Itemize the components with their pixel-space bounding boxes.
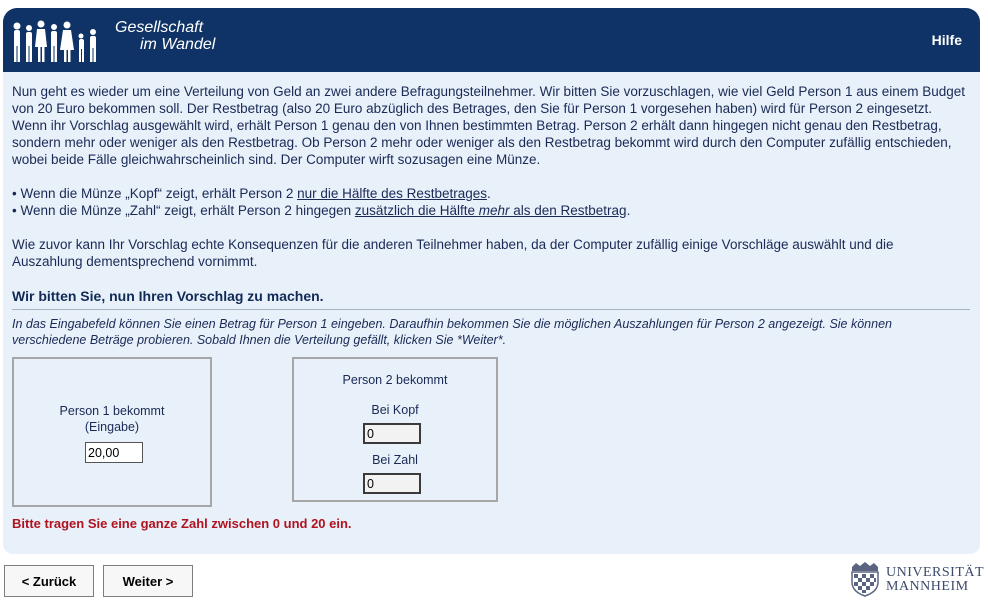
page-header: Gesellschaft im Wandel Hilfe bbox=[3, 8, 980, 72]
person1-label-line1: Person 1 bekommt bbox=[59, 404, 165, 418]
rule-zahl: • Wenn die Münze „Zahl“ zeigt, erhält Pe… bbox=[12, 202, 967, 219]
person1-amount-input[interactable] bbox=[85, 442, 143, 463]
person1-panel: Person 1 bekommt (Eingabe) bbox=[12, 357, 212, 507]
university-name-line2: MANNHEIM bbox=[886, 579, 969, 594]
validation-error: Bitte tragen Sie eine ganze Zahl zwische… bbox=[12, 516, 352, 531]
person1-label: Person 1 bekommt (Eingabe) bbox=[14, 403, 210, 435]
rule-kopf: • Wenn die Münze „Kopf“ zeigt, erhält Pe… bbox=[12, 185, 967, 202]
kopf-amount-output bbox=[363, 423, 421, 444]
coin-rules: • Wenn die Münze „Kopf“ zeigt, erhält Pe… bbox=[12, 185, 967, 219]
university-crest-icon bbox=[851, 562, 879, 597]
kopf-label: Bei Kopf bbox=[371, 403, 419, 417]
rule-zahl-text: • Wenn die Münze „Zahl“ zeigt, erhält Pe… bbox=[12, 203, 355, 218]
intro-paragraph: Nun geht es wieder um eine Verteilung vo… bbox=[12, 84, 966, 167]
rule-zahl-end: . bbox=[626, 203, 631, 218]
university-name: UNIVERSITÄT MANNHEIM bbox=[886, 566, 984, 594]
university-logo: UNIVERSITÄT MANNHEIM bbox=[848, 560, 984, 598]
rule-zahl-emphasis: zusätzlich die Hälfte bbox=[354, 203, 479, 218]
help-link[interactable]: Hilfe bbox=[932, 32, 962, 48]
rule-zahl-mehr: mehr bbox=[478, 203, 510, 218]
rule-kopf-emphasis: nur die Hälfte des Restbetrages bbox=[297, 186, 487, 201]
person2-panel: Person 2 bekommt Bei Kopf Bei Zahl bbox=[292, 357, 498, 502]
person1-label-line2: (Eingabe) bbox=[84, 420, 140, 434]
back-button[interactable]: < Zurück bbox=[4, 565, 94, 597]
rule-zahl-emphasis-end: als den Restbetrag bbox=[509, 203, 627, 218]
university-name-line1: UNIVERSITÄT bbox=[886, 565, 985, 580]
zahl-label: Bei Zahl bbox=[372, 453, 418, 467]
consequence-paragraph: Wie zuvor kann Ihr Vorschlag echte Konse… bbox=[12, 237, 894, 269]
next-button[interactable]: Weiter > bbox=[103, 565, 193, 597]
main-content: Nun geht es wieder um eine Verteilung vo… bbox=[3, 72, 980, 554]
input-hint: In das Eingabefeld können Sie einen Betr… bbox=[12, 317, 892, 347]
logo-title: Gesellschaft im Wandel bbox=[115, 19, 215, 53]
instruction-heading: Wir bitten Sie, nun Ihren Vorschlag zu m… bbox=[12, 288, 324, 304]
logo-line2: im Wandel bbox=[140, 36, 216, 53]
rule-kopf-end: . bbox=[486, 186, 491, 201]
rule-kopf-text: • Wenn die Münze „Kopf“ zeigt, erhält Pe… bbox=[12, 186, 298, 201]
people-silhouette-icon bbox=[13, 20, 96, 62]
zahl-amount-output bbox=[363, 473, 421, 494]
person2-title: Person 2 bekommt bbox=[342, 373, 448, 387]
divider bbox=[12, 309, 970, 310]
logo-line1: Gesellschaft bbox=[115, 19, 204, 36]
